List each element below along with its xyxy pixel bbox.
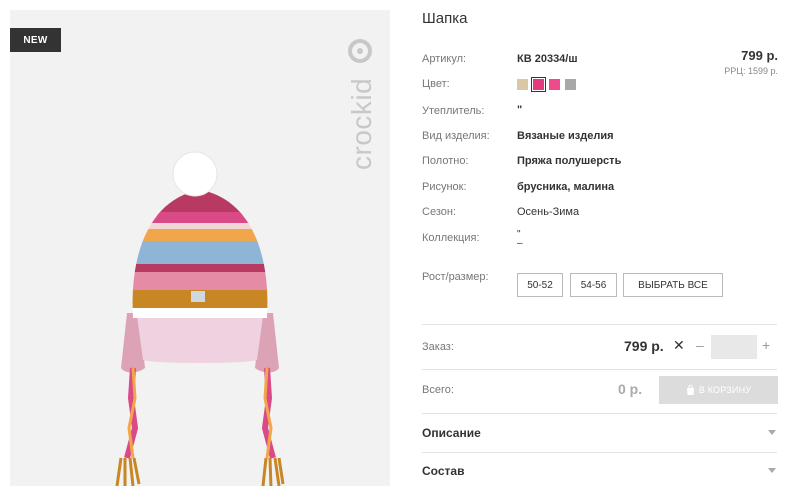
collection-label: Коллекция: <box>422 232 480 244</box>
shopping-bag-icon <box>686 385 694 395</box>
quantity-decrease-button[interactable]: – <box>696 337 704 353</box>
chevron-down-icon[interactable] <box>768 430 776 435</box>
fabric-label: Полотно: <box>422 155 469 167</box>
color-swatch-raspberry[interactable] <box>531 77 546 92</box>
product-type-value: Вязаные изделия <box>517 130 614 142</box>
color-swatch-beige[interactable] <box>517 79 528 90</box>
order-price: 799 р. <box>624 338 664 354</box>
insulation-value: " <box>517 104 523 116</box>
product-title: Шапка <box>422 10 468 27</box>
pattern-value: брусника, малина <box>517 181 615 193</box>
chevron-down-icon[interactable] <box>768 468 776 473</box>
add-to-cart-label: В КОРЗИНУ <box>698 385 752 395</box>
total-price: 0 р. <box>618 381 643 397</box>
new-badge: NEW <box>10 28 61 52</box>
fabric-value: Пряжа полушерсть <box>517 155 622 167</box>
total-label: Всего: <box>422 384 454 396</box>
season-label: Сезон: <box>422 206 456 218</box>
collection-value: " – <box>517 229 523 249</box>
description-accordion[interactable]: Описание <box>422 426 481 440</box>
multiply-icon: ✕ <box>673 337 685 353</box>
color-swatch-grey[interactable] <box>565 79 576 90</box>
hat-illustration <box>115 151 285 486</box>
divider <box>422 413 777 414</box>
size-label: Рост/размер: <box>422 271 489 283</box>
insulation-label: Утеплитель: <box>422 105 485 117</box>
composition-accordion[interactable]: Состав <box>422 464 464 478</box>
color-swatches <box>517 77 576 92</box>
quantity-increase-button[interactable]: + <box>762 337 770 353</box>
product-price: 799 р. <box>741 48 778 63</box>
color-label: Цвет: <box>422 78 450 90</box>
select-all-sizes-button[interactable]: ВЫБРАТЬ ВСЕ <box>623 273 723 297</box>
recommended-retail-price: РРЦ: 1599 р. <box>724 66 778 76</box>
pattern-label: Рисунок: <box>422 181 467 193</box>
brand-logo-text: crockid <box>346 78 377 170</box>
article-label: Артикул: <box>422 53 467 65</box>
color-swatch-pink[interactable] <box>549 79 560 90</box>
order-label: Заказ: <box>422 341 454 353</box>
divider <box>422 324 777 325</box>
quantity-input[interactable] <box>711 335 757 359</box>
product-image[interactable]: NEW crockid <box>10 10 390 486</box>
divider <box>422 452 777 453</box>
size-option-50-52[interactable]: 50-52 <box>517 273 563 297</box>
divider <box>422 369 777 370</box>
brand-logo: crockid <box>346 39 377 170</box>
article-value: КВ 20334/ш <box>517 53 578 65</box>
add-to-cart-button[interactable]: В КОРЗИНУ <box>659 376 778 404</box>
season-value: Осень-Зима <box>517 206 580 218</box>
size-option-54-56[interactable]: 54-56 <box>570 273 617 297</box>
product-type-label: Вид изделия: <box>422 130 490 142</box>
